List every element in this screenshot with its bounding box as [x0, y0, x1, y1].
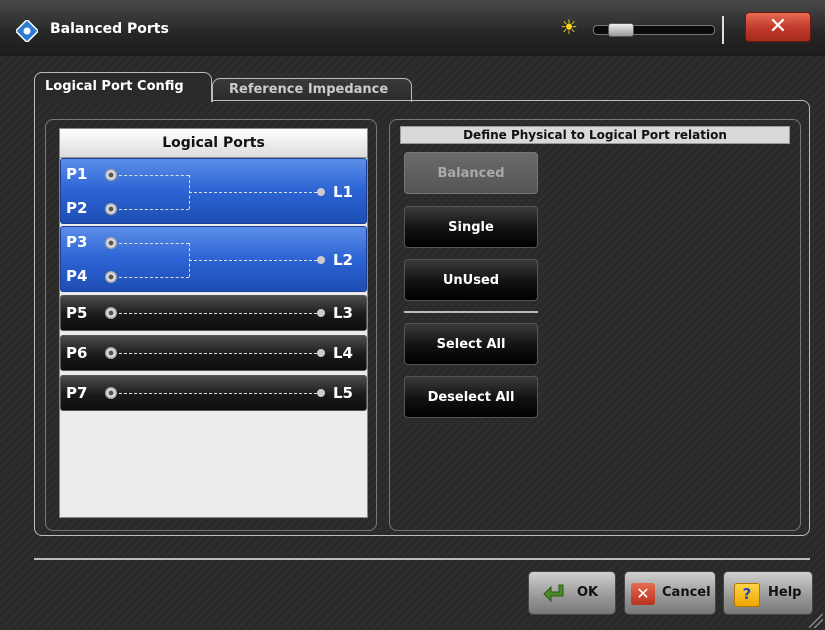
cancel-label: Cancel	[662, 585, 711, 600]
port-label-p1: P1	[66, 165, 88, 183]
port-group-l1[interactable]: P1 P2 L1	[60, 158, 367, 224]
button-separator	[404, 311, 538, 313]
port-label-p5: P5	[66, 304, 88, 322]
ok-button[interactable]: OK	[528, 571, 616, 615]
logical-port-dot-icon	[317, 188, 325, 196]
tab-reference-impedance[interactable]: Reference Impedance	[212, 78, 412, 102]
connector-icon	[105, 169, 117, 181]
logical-port-dot-icon	[317, 349, 325, 357]
logical-port-dot-icon	[317, 389, 325, 397]
port-group-l3[interactable]: P5 L3	[60, 295, 367, 331]
wire-line	[119, 393, 317, 394]
wire-line	[119, 175, 189, 176]
cancel-x-icon: ✕	[631, 583, 655, 605]
ok-label: OK	[577, 585, 599, 600]
connector-icon	[105, 271, 117, 283]
connector-icon	[105, 203, 117, 215]
relation-title: Define Physical to Logical Port relation	[400, 126, 790, 144]
logical-label-l5: L5	[333, 384, 353, 402]
ok-arrow-icon	[543, 584, 564, 603]
balanced-button[interactable]: Balanced	[404, 152, 538, 194]
title-bar[interactable]: Balanced Ports ☀ ✕	[0, 0, 825, 56]
slider-thumb[interactable]	[608, 23, 634, 37]
logical-label-l3: L3	[333, 304, 353, 322]
deselect-all-button[interactable]: Deselect All	[404, 376, 538, 418]
wire-line	[119, 313, 317, 314]
logical-label-l4: L4	[333, 344, 353, 362]
logical-label-l2: L2	[333, 251, 353, 269]
port-group-l2[interactable]: P3 P4 L2	[60, 226, 367, 292]
select-all-button[interactable]: Select All	[404, 323, 538, 365]
unused-button[interactable]: UnUsed	[404, 259, 538, 301]
resize-grip-icon[interactable]	[809, 614, 823, 628]
cancel-button[interactable]: ✕ Cancel	[624, 571, 716, 615]
connector-icon	[105, 387, 117, 399]
wire-line	[189, 260, 317, 261]
port-label-p3: P3	[66, 233, 88, 251]
logical-label-l1: L1	[333, 183, 353, 201]
footer-separator	[34, 558, 810, 560]
close-button[interactable]: ✕	[745, 12, 811, 42]
brightness-slider[interactable]	[593, 23, 715, 37]
relation-frame: Define Physical to Logical Port relation…	[389, 119, 801, 531]
port-label-p7: P7	[66, 384, 88, 402]
wire-line	[189, 192, 317, 193]
help-label: Help	[768, 585, 802, 600]
wire-line	[119, 243, 189, 244]
balanced-ports-dialog: Balanced Ports ☀ ✕ Reference Impedance L…	[0, 0, 825, 630]
port-group-l5[interactable]: P7 L5	[60, 375, 367, 411]
wire-line	[119, 353, 317, 354]
brightness-icon: ☀	[560, 15, 578, 39]
window-title: Balanced Ports	[50, 21, 169, 37]
app-logo-icon	[16, 20, 38, 42]
logical-ports-header: Logical Ports	[60, 129, 367, 158]
tab-panel: Logical Ports P1 P2 L1 P3 P4 L2 P5 L3 P6…	[34, 100, 810, 536]
port-group-l4[interactable]: P6 L4	[60, 335, 367, 371]
close-icon: ✕	[768, 14, 788, 39]
connector-icon	[105, 237, 117, 249]
port-label-p4: P4	[66, 267, 88, 285]
logical-ports-frame: Logical Ports P1 P2 L1 P3 P4 L2 P5 L3 P6…	[45, 119, 377, 531]
tab-logical-port-config[interactable]: Logical Port Config	[34, 72, 212, 102]
wire-line	[119, 209, 189, 210]
title-separator	[722, 16, 724, 44]
single-button[interactable]: Single	[404, 206, 538, 248]
logical-port-dot-icon	[317, 309, 325, 317]
connector-icon	[105, 307, 117, 319]
logical-ports-table: Logical Ports P1 P2 L1 P3 P4 L2 P5 L3 P6…	[59, 128, 368, 518]
help-icon: ?	[734, 583, 760, 607]
wire-line	[119, 277, 189, 278]
connector-icon	[105, 347, 117, 359]
logical-port-dot-icon	[317, 256, 325, 264]
port-label-p6: P6	[66, 344, 88, 362]
port-label-p2: P2	[66, 199, 88, 217]
help-button[interactable]: ? Help	[723, 571, 813, 615]
